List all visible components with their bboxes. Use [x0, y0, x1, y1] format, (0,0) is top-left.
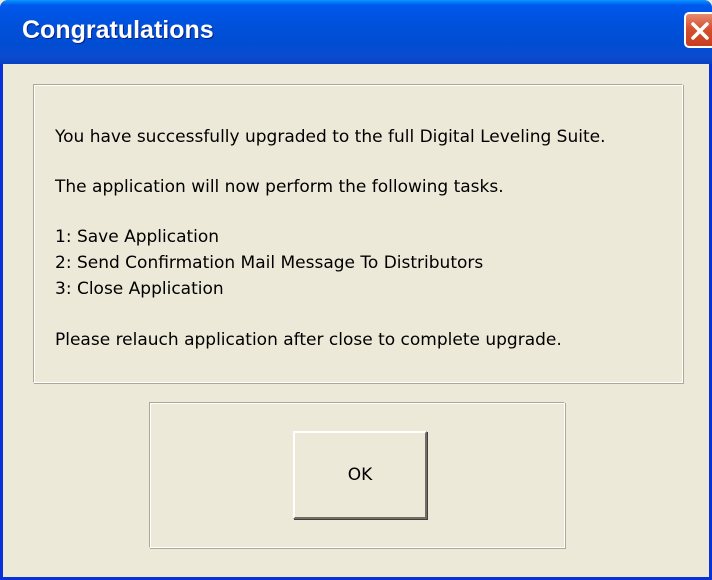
task-item: 1: Save Application: [55, 227, 220, 247]
close-icon: [691, 22, 709, 40]
message-panel: You have successfully upgraded to the fu…: [33, 84, 683, 383]
upgrade-success-text: You have successfully upgraded to the fu…: [55, 127, 606, 147]
button-panel: OK: [149, 402, 565, 548]
close-button[interactable]: [684, 12, 712, 48]
title-bar[interactable]: Congratulations: [0, 0, 712, 64]
congratulations-dialog: Congratulations You have successfully up…: [0, 0, 712, 580]
tasks-intro-text: The application will now perform the fol…: [55, 177, 504, 197]
window-title: Congratulations: [22, 16, 214, 44]
task-list: 1: Save Application 2: Send Confirmation…: [55, 224, 483, 302]
ok-button[interactable]: OK: [293, 431, 427, 519]
task-item: 2: Send Confirmation Mail Message To Dis…: [55, 253, 484, 273]
relaunch-instruction-text: Please relauch application after close t…: [55, 330, 562, 350]
task-item: 3: Close Application: [55, 279, 224, 299]
